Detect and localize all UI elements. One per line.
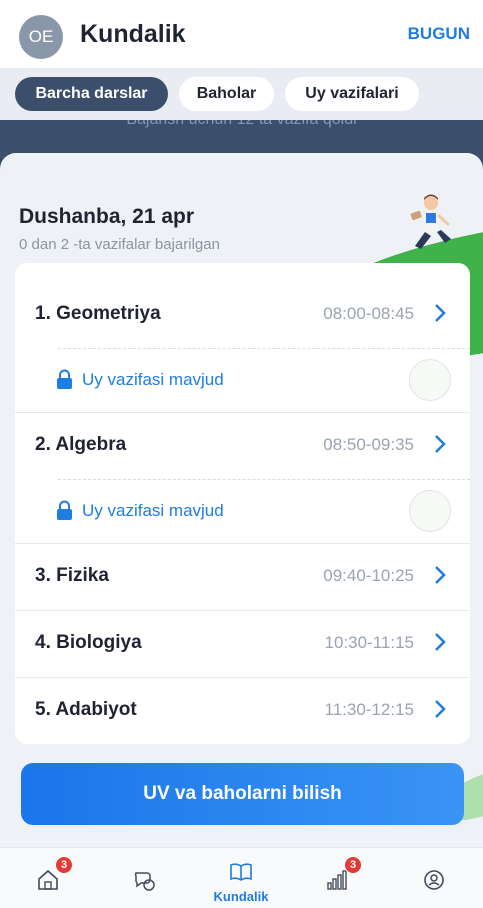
chevron-right-icon <box>435 566 446 584</box>
student-illustration <box>410 194 451 249</box>
chat-icon <box>134 872 155 891</box>
avatar[interactable]: OE <box>19 15 63 59</box>
lesson-name: 2. Algebra <box>35 434 127 455</box>
homework-checkbox[interactable] <box>409 490 451 532</box>
learn-grades-button[interactable]: UV va baholarni bilish <box>21 763 464 825</box>
day-progress-text: 0 dan 2 -ta vazifalar bajarilgan <box>19 236 220 253</box>
lesson-name: 5. Adabiyot <box>35 699 137 720</box>
nav-stats[interactable]: 3 <box>289 848 385 908</box>
chart-icon <box>327 870 347 890</box>
filter-homework[interactable]: Uy vazifalari <box>285 77 419 111</box>
nav-profile[interactable] <box>386 848 482 908</box>
app-header: OE Kundalik BUGUN <box>0 0 483 68</box>
lesson-time: 08:00-08:45 <box>323 304 414 323</box>
page-title: Kundalik <box>80 20 186 48</box>
lesson-row[interactable]: 5. Adabiyot 11:30-12:15 <box>15 677 470 744</box>
lesson-name: 1. Geometriya <box>35 303 161 324</box>
chevron-right-icon <box>435 700 446 718</box>
lesson-time: 11:30-12:15 <box>324 700 414 719</box>
filter-all-lessons[interactable]: Barcha darslar <box>15 77 168 111</box>
profile-icon <box>424 870 444 890</box>
chevron-right-icon <box>435 633 446 651</box>
chevron-right-icon <box>435 304 446 322</box>
filter-grades[interactable]: Baholar <box>179 77 274 111</box>
home-icon <box>38 869 58 890</box>
lock-icon <box>57 500 72 520</box>
bottom-nav: 3 Kundalik 3 <box>0 847 483 908</box>
banner-text: Bajarish uchun 12 ta vazifa qoldi <box>0 120 483 129</box>
day-title: Dushanba, 21 apr <box>19 205 195 228</box>
lesson-name: 3. Fizika <box>35 565 109 586</box>
nav-chat[interactable] <box>96 848 192 908</box>
book-icon <box>230 863 252 881</box>
lesson-time: 09:40-10:25 <box>323 566 414 585</box>
nav-diary[interactable]: Kundalik <box>193 848 289 908</box>
lesson-time: 08:50-09:35 <box>323 435 414 454</box>
homework-row[interactable]: Uy vazifasi mavjud <box>15 348 470 412</box>
chevron-right-icon <box>435 435 446 453</box>
lesson-row[interactable]: 1. Geometriya 08:00-08:45 <box>15 281 470 348</box>
today-button[interactable]: BUGUN <box>408 24 470 44</box>
nav-diary-label: Kundalik <box>213 889 269 904</box>
lesson-row[interactable]: 2. Algebra 08:50-09:35 <box>15 412 470 479</box>
nav-home[interactable]: 3 <box>0 848 96 908</box>
lesson-time: 10:30-11:15 <box>324 633 414 652</box>
day-sheet: Dushanba, 21 apr 0 dan 2 -ta vazifalar b… <box>0 153 483 853</box>
filter-bar: Barcha darslar Baholar Uy vazifalari <box>0 68 483 120</box>
homework-checkbox[interactable] <box>409 359 451 401</box>
lesson-row[interactable]: 3. Fizika 09:40-10:25 <box>15 543 470 610</box>
lesson-name: 4. Biologiya <box>35 632 142 653</box>
homework-label: Uy vazifasi mavjud <box>82 501 224 520</box>
lesson-row[interactable]: 4. Biologiya 10:30-11:15 <box>15 610 470 677</box>
lock-icon <box>57 369 72 389</box>
notification-badge: 3 <box>344 856 362 874</box>
notification-badge: 3 <box>55 856 73 874</box>
lessons-card: 1. Geometriya 08:00-08:45 Uy vazifasi ma… <box>15 263 470 744</box>
homework-label: Uy vazifasi mavjud <box>82 370 224 389</box>
homework-row[interactable]: Uy vazifasi mavjud <box>15 479 470 543</box>
